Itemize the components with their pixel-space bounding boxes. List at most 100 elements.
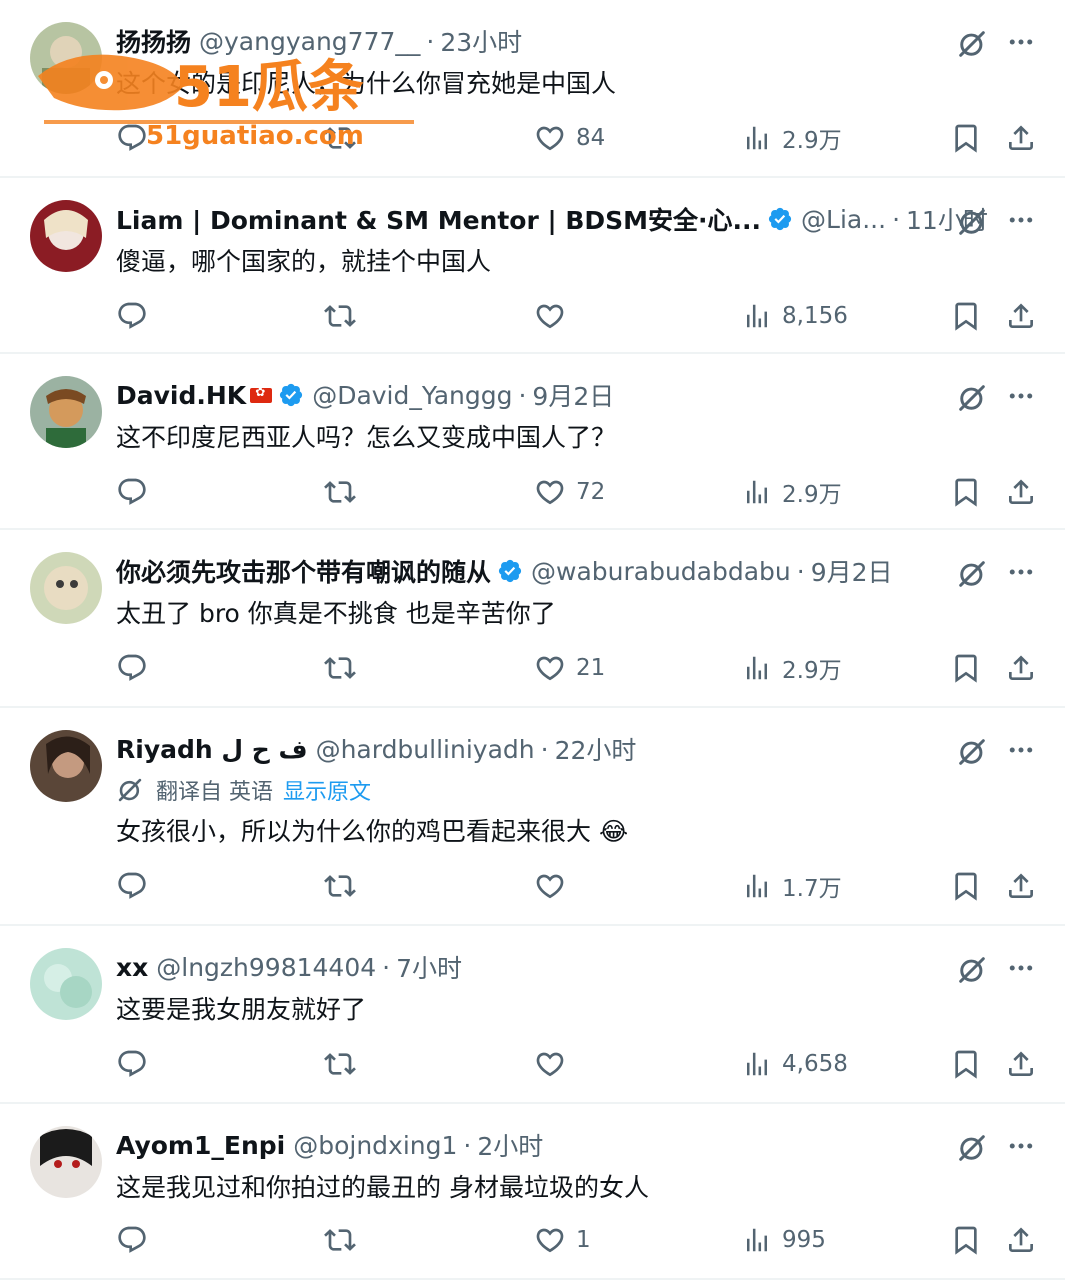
reply-button[interactable]	[116, 1046, 148, 1082]
more-icon[interactable]	[1003, 556, 1039, 588]
tweet-text: 傻逼，哪个国家的，就挂个中国人	[116, 247, 492, 276]
more-icon[interactable]	[1003, 26, 1039, 58]
tweet-time[interactable]: 23小时	[440, 23, 522, 59]
retweet-button[interactable]	[324, 650, 356, 686]
reply-button[interactable]	[116, 868, 148, 904]
more-icon[interactable]	[1003, 380, 1039, 412]
views-button[interactable]: 2.9万	[742, 120, 842, 156]
share-button[interactable]	[1005, 298, 1037, 334]
author-handle[interactable]: @Lia...	[801, 205, 886, 234]
author-handle[interactable]: @bojndxing1	[293, 1131, 457, 1160]
author-handle[interactable]: @waburabudabdabu	[531, 557, 791, 586]
author-handle[interactable]: @hardbulliniyadh	[316, 735, 535, 764]
avatar[interactable]	[30, 22, 102, 94]
reply-button[interactable]	[116, 120, 148, 156]
bookmark-button[interactable]	[950, 474, 982, 510]
views-button[interactable]: 2.9万	[742, 650, 842, 686]
reply-button[interactable]	[116, 474, 148, 510]
tweet-item[interactable]: Liam | Dominant & SM Mentor | BDSM安全·心..…	[0, 178, 1065, 354]
like-button[interactable]	[534, 1046, 576, 1082]
tweet-time[interactable]: 9月2日	[532, 377, 614, 413]
like-button[interactable]: 1	[534, 1222, 591, 1258]
tweet-time[interactable]: 7小时	[396, 949, 462, 985]
reply-button[interactable]	[116, 650, 148, 686]
author-handle[interactable]: @yangyang777__	[199, 27, 420, 56]
avatar[interactable]	[30, 376, 102, 448]
reply-icon	[116, 122, 148, 154]
retweet-button[interactable]	[324, 298, 356, 334]
views-button[interactable]: 8,156	[742, 298, 848, 334]
retweet-button[interactable]	[324, 1046, 356, 1082]
more-icon[interactable]	[1003, 204, 1039, 236]
tweet-item[interactable]: Riyadh ف ح ل @hardbulliniyadh · 22小时 翻译自…	[0, 708, 1065, 926]
views-count: 8,156	[782, 303, 848, 329]
like-button[interactable]	[534, 298, 576, 334]
views-button[interactable]: 1.7万	[742, 868, 842, 904]
avatar[interactable]	[30, 200, 102, 272]
grok-icon[interactable]	[956, 1132, 988, 1164]
tweet-item[interactable]: xx @lngzh99814404 · 7小时 这要是我女朋友就好了 4,658	[0, 926, 1065, 1104]
retweet-button[interactable]	[324, 1222, 356, 1258]
retweet-button[interactable]	[324, 868, 356, 904]
reply-button[interactable]	[116, 1222, 148, 1258]
tweet-time[interactable]: 9月2日	[811, 553, 893, 589]
share-button[interactable]	[1005, 474, 1037, 510]
tweet-item[interactable]: Ayom1_Enpi @bojndxing1 · 2小时 这是我见过和你拍过的最…	[0, 1104, 1065, 1280]
views-button[interactable]: 995	[742, 1222, 826, 1258]
bookmark-icon	[950, 300, 982, 332]
author-name[interactable]: xx	[116, 953, 148, 982]
views-count: 2.9万	[782, 482, 842, 508]
share-button[interactable]	[1005, 1046, 1037, 1082]
share-button[interactable]	[1005, 120, 1037, 156]
bookmark-button[interactable]	[950, 1222, 982, 1258]
reply-button[interactable]	[116, 298, 148, 334]
bookmark-button[interactable]	[950, 1046, 982, 1082]
avatar[interactable]	[30, 730, 102, 802]
views-button[interactable]: 4,658	[742, 1046, 848, 1082]
grok-icon[interactable]	[956, 736, 988, 768]
tweet-text: 太丑了 bro 你真是不挑食 也是辛苦你了	[116, 599, 556, 628]
bookmark-button[interactable]	[950, 868, 982, 904]
bookmark-button[interactable]	[950, 298, 982, 334]
avatar[interactable]	[30, 948, 102, 1020]
like-button[interactable]	[534, 868, 576, 904]
grok-icon[interactable]	[956, 382, 988, 414]
grok-icon[interactable]	[956, 206, 988, 238]
grok-icon[interactable]	[956, 954, 988, 986]
retweet-button[interactable]	[324, 474, 356, 510]
author-name[interactable]: 扬扬扬	[116, 23, 191, 59]
tweet-time[interactable]: 22小时	[555, 731, 637, 767]
share-button[interactable]	[1005, 868, 1037, 904]
tweet-item[interactable]: David.HK @David_Yanggg · 9月2日 这不印度尼西亚人吗？…	[0, 354, 1065, 530]
like-button[interactable]: 21	[534, 650, 605, 686]
share-button[interactable]	[1005, 650, 1037, 686]
more-icon[interactable]	[1003, 734, 1039, 766]
tweet-item[interactable]: 扬扬扬 @yangyang777__ · 23小时 这个女的是印尼人，为什么你冒…	[0, 0, 1065, 178]
author-handle[interactable]: @David_Yanggg	[312, 381, 512, 410]
bookmark-button[interactable]	[950, 120, 982, 156]
views-button[interactable]: 2.9万	[742, 474, 842, 510]
more-icon[interactable]	[1003, 1130, 1039, 1162]
avatar[interactable]	[30, 552, 102, 624]
tweet-item[interactable]: 你必须先攻击那个带有嘲讽的随从 @waburabudabdabu · 9月2日 …	[0, 530, 1065, 708]
author-handle[interactable]: @lngzh99814404	[156, 953, 376, 982]
bookmark-button[interactable]	[950, 650, 982, 686]
retweet-button[interactable]	[324, 120, 356, 156]
show-original-link[interactable]: 显示原文	[283, 774, 371, 806]
like-button[interactable]: 72	[534, 474, 605, 510]
grok-icon[interactable]	[956, 558, 988, 590]
author-name[interactable]: David.HK	[116, 381, 246, 410]
like-icon	[534, 652, 566, 684]
avatar[interactable]	[30, 1126, 102, 1198]
share-button[interactable]	[1005, 1222, 1037, 1258]
author-name[interactable]: Ayom1_Enpi	[116, 1131, 285, 1160]
grok-icon[interactable]	[956, 28, 988, 60]
author-name[interactable]: Liam | Dominant & SM Mentor | BDSM安全·心..…	[116, 201, 761, 237]
author-name[interactable]: 你必须先攻击那个带有嘲讽的随从	[116, 553, 491, 589]
like-button[interactable]: 84	[534, 120, 605, 156]
more-icon[interactable]	[1003, 952, 1039, 984]
like-count: 84	[576, 125, 606, 151]
tweet-time[interactable]: 2小时	[477, 1127, 543, 1163]
author-name[interactable]: Riyadh ف ح ل	[116, 735, 308, 764]
action-bar: 1 995	[0, 1222, 1065, 1258]
